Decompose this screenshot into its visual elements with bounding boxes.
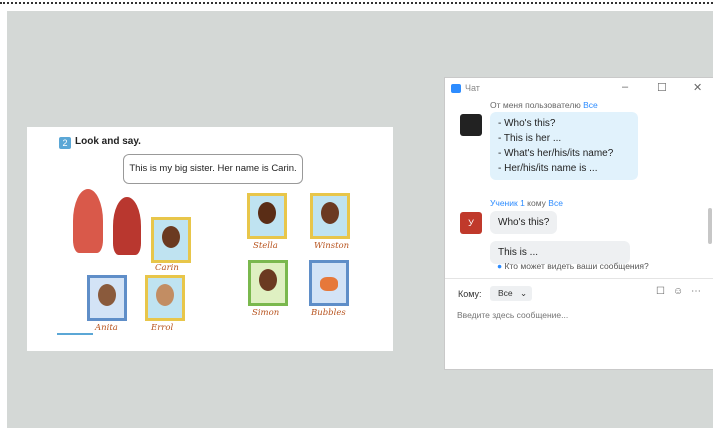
message-line: - This is her ... [498,133,562,144]
recipient-value: Все [498,288,513,298]
caption-carin: Carin [155,263,179,273]
avatar [460,114,482,136]
privacy-link[interactable]: ● Кто может видеть ваши сообщения? [497,261,649,271]
task-number-badge: 2 [59,137,71,149]
window-title: Чат [465,83,480,93]
person-icon: ● [497,261,503,271]
sender-name[interactable]: Ученик 1 [490,198,525,208]
chevron-down-icon: ⌄ [520,288,528,298]
zoom-camera-icon [451,84,461,93]
message-list[interactable]: От меня пользователю Все - Who's this? -… [445,96,707,268]
caption-stella: Stella [253,241,278,251]
message-line: - What's her/his/its name? [498,148,614,159]
minimize-icon[interactable]: – [622,81,628,93]
photo-errol [145,275,185,321]
header-mid: кому [524,198,549,208]
photo-bubbles [309,260,349,306]
chat-window: Чат – ☐ ✕ От меня пользователю Все - Who… [444,77,713,370]
recipient-dropdown[interactable]: Все ⌄ [490,286,532,301]
caption-simon: Simon [252,308,280,318]
avatar: У [460,212,482,234]
girl-illustration [113,197,141,255]
girl-illustration [73,189,103,253]
emoji-icon[interactable]: ☺ [673,286,683,297]
to-label: Кому: [458,289,482,299]
message-line: - Her/his/its name is ... [498,163,598,174]
message-bubble: - Who's this? - This is her ... - What's… [490,112,638,180]
caption-bubbles: Bubbles [311,308,346,318]
more-icon[interactable]: ⋯ [691,286,701,297]
privacy-text: Кто может видеть ваши сообщения? [504,261,649,271]
scrollbar[interactable] [708,208,712,244]
photo-carin [151,217,191,263]
divider [445,278,713,279]
recipient-link[interactable]: Все [548,198,563,208]
header-prefix: От меня пользователю [490,100,584,110]
caption-anita: Anita [95,323,118,333]
message-header: Ученик 1 кому Все [490,198,563,208]
photo-simon [248,260,288,306]
lesson-slide: 2 Look and say. This is my big sister. H… [27,127,393,351]
message-header: От меня пользователю Все [490,100,598,110]
divider-line [57,333,93,335]
caption-winston: Winston [314,241,350,251]
caption-errol: Errol [151,323,174,333]
task-title: Look and say. [75,136,141,147]
close-icon[interactable]: ✕ [693,81,702,94]
photo-stella [247,193,287,239]
message-input[interactable] [457,310,697,320]
photo-anita [87,275,127,321]
message-bubble: Who's this? [490,211,558,234]
dotted-border [0,2,713,6]
recipient-link[interactable]: Все [583,100,598,110]
photo-winston [310,193,350,239]
file-icon[interactable]: ☐ [656,286,665,297]
maximize-icon[interactable]: ☐ [657,81,667,94]
message-line: - Who's this? [498,118,556,129]
speech-bubble: This is my big sister. Her name is Carin… [123,154,303,184]
